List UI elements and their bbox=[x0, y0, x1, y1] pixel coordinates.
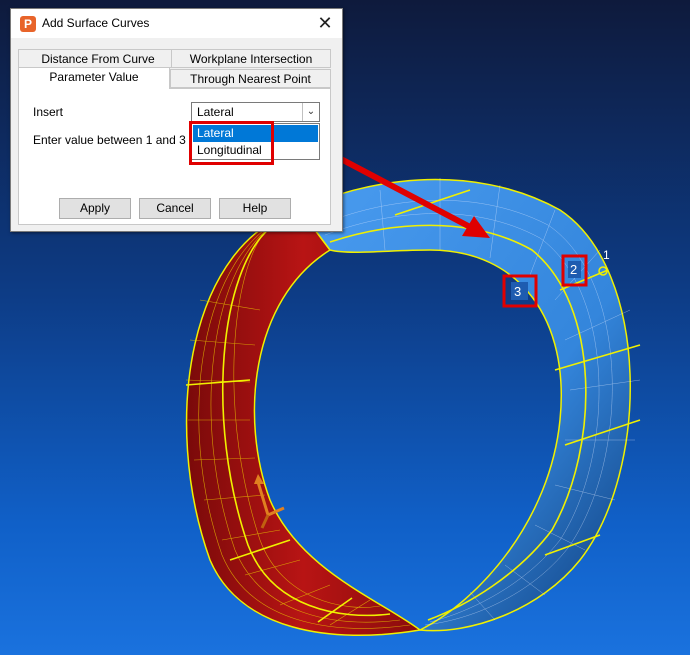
marker-3-label: 3 bbox=[514, 284, 521, 299]
help-button[interactable]: Help bbox=[219, 198, 291, 219]
close-button[interactable]: ✕ bbox=[312, 11, 338, 35]
dialog-titlebar: P Add Surface Curves ✕ bbox=[11, 9, 342, 38]
insert-select-value: Lateral bbox=[197, 105, 234, 119]
annotation-highlight-box bbox=[189, 121, 274, 165]
tab-workplane-intersection[interactable]: Workplane Intersection bbox=[171, 49, 331, 68]
ring-outer-surface bbox=[298, 178, 641, 632]
tab-distance-from-curve[interactable]: Distance From Curve bbox=[18, 49, 178, 68]
add-surface-curves-dialog: P Add Surface Curves ✕ Distance From Cur… bbox=[10, 8, 343, 232]
enter-value-label: Enter value between 1 and 3 bbox=[33, 133, 186, 147]
app-logo-icon: P bbox=[20, 16, 36, 32]
ring-inner-surface bbox=[185, 209, 422, 637]
insert-select[interactable]: Lateral ⌄ bbox=[191, 102, 320, 122]
insert-label: Insert bbox=[33, 105, 64, 119]
dialog-title: Add Surface Curves bbox=[42, 16, 150, 30]
chevron-down-icon[interactable]: ⌄ bbox=[302, 103, 319, 121]
tab-parameter-value[interactable]: Parameter Value bbox=[18, 67, 170, 89]
apply-button[interactable]: Apply bbox=[59, 198, 131, 219]
tab-through-nearest-point[interactable]: Through Nearest Point bbox=[170, 69, 331, 88]
cancel-button[interactable]: Cancel bbox=[139, 198, 211, 219]
marker-1-label: 1 bbox=[603, 248, 610, 262]
marker-2-label: 2 bbox=[570, 262, 577, 277]
